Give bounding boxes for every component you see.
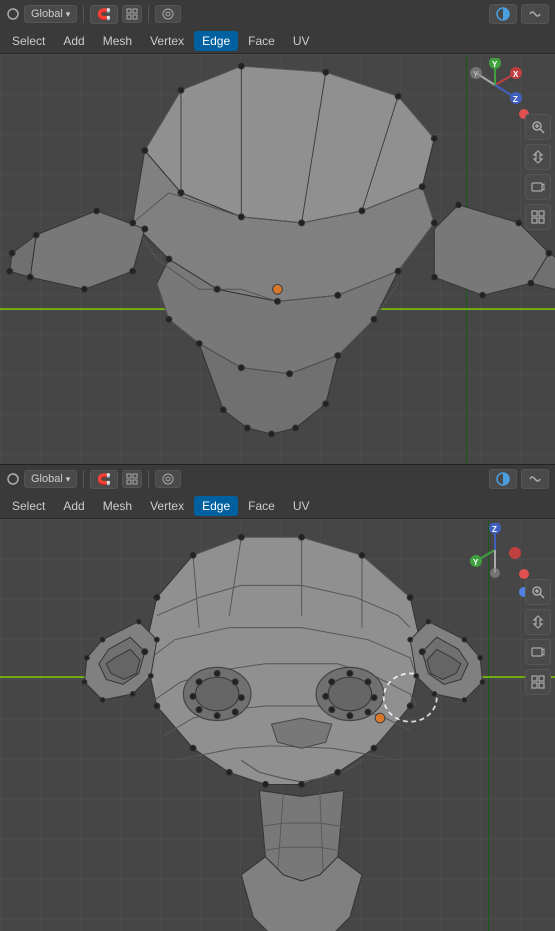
viewport-bottom[interactable]: Global ▾ 🧲 — [0, 465, 555, 931]
orientation-label: Global — [31, 8, 63, 20]
grid-btn-top[interactable] — [525, 204, 551, 230]
proportional-edit-bottom[interactable] — [155, 470, 181, 488]
mesh-bottom — [0, 519, 555, 931]
mesh-top — [0, 54, 555, 464]
divider1 — [83, 5, 84, 23]
overlay-icon — [496, 7, 510, 21]
proportional-icon — [162, 8, 174, 20]
menu-vertex-bottom[interactable]: Vertex — [142, 496, 192, 516]
orientation-widget-bottom[interactable]: Z Y — [468, 523, 523, 578]
grid-icon-top — [531, 210, 545, 224]
grid-icon-bottom — [531, 675, 545, 689]
proportional-edit[interactable] — [155, 5, 181, 23]
snap-toggle[interactable]: 🧲 — [90, 5, 118, 24]
transform-orientation-btn[interactable]: Global ▾ — [24, 5, 77, 23]
shading-icon-bottom — [528, 472, 542, 486]
divider2 — [148, 5, 149, 23]
magnet-icon-bottom: 🧲 — [97, 473, 111, 486]
overlay-toggle-bottom[interactable] — [489, 469, 517, 489]
snap-options-bottom[interactable] — [122, 470, 142, 488]
right-toolbar-top — [525, 114, 551, 230]
proportional-icon-bottom — [162, 473, 174, 485]
zoom-icon-top — [531, 120, 545, 134]
camera-btn-bottom[interactable] — [525, 639, 551, 665]
camera-btn-top[interactable] — [525, 174, 551, 200]
menubar-bottom: Select Add Mesh Vertex Edge Face UV — [0, 493, 555, 519]
menubar-top: Select Add Mesh Vertex Edge Face UV — [0, 28, 555, 54]
svg-text:Y: Y — [473, 558, 479, 567]
snap-options[interactable] — [122, 5, 142, 23]
right-toolbar-bottom — [525, 579, 551, 695]
zoom-btn-bottom[interactable] — [525, 579, 551, 605]
zoom-icon-bottom — [531, 585, 545, 599]
toolbar-top: Global ▾ 🧲 — [0, 0, 555, 28]
menu-edge-bottom[interactable]: Edge — [194, 496, 238, 516]
shading-toggle-bottom[interactable] — [521, 469, 549, 489]
orientation-widget-top[interactable]: X Y Z Y — [468, 58, 523, 113]
orientation-axes-top: X Y Z Y — [468, 58, 523, 113]
menu-add-bottom[interactable]: Add — [55, 496, 92, 516]
chevron-down-icon-bottom: ▾ — [66, 474, 71, 485]
pan-btn-top[interactable] — [525, 144, 551, 170]
mode-dot-red-bottom — [519, 569, 529, 579]
svg-text:Y: Y — [473, 70, 479, 79]
transform-orientation-btn-bottom[interactable]: Global ▾ — [24, 470, 77, 488]
overlay-toggle[interactable] — [489, 4, 517, 24]
mode-icon[interactable] — [6, 7, 20, 21]
chevron-down-icon: ▾ — [66, 9, 71, 20]
divider3 — [83, 470, 84, 488]
menu-select-top[interactable]: Select — [4, 31, 53, 51]
pan-btn-bottom[interactable] — [525, 609, 551, 635]
toolbar-bottom: Global ▾ 🧲 — [0, 465, 555, 493]
pan-icon-top — [531, 150, 545, 164]
menu-uv-bottom[interactable]: UV — [285, 496, 318, 516]
canvas-top[interactable]: X Y Z Y — [0, 54, 555, 464]
grid-btn-bottom[interactable] — [525, 669, 551, 695]
snap-toggle-bottom[interactable]: 🧲 — [90, 470, 118, 489]
menu-vertex-top[interactable]: Vertex — [142, 31, 192, 51]
camera-icon-bottom — [531, 645, 545, 659]
menu-uv-top[interactable]: UV — [285, 31, 318, 51]
magnet-icon: 🧲 — [97, 8, 111, 21]
zoom-btn-top[interactable] — [525, 114, 551, 140]
menu-face-bottom[interactable]: Face — [240, 496, 283, 516]
pan-icon-bottom — [531, 615, 545, 629]
viewport-top[interactable]: Global ▾ 🧲 — [0, 0, 555, 465]
camera-icon-top — [531, 180, 545, 194]
shading-icon — [528, 7, 542, 21]
snap-grid-icon-bottom — [126, 473, 138, 485]
snap-grid-icon — [126, 8, 138, 20]
svg-text:X: X — [513, 70, 519, 79]
menu-mesh-bottom[interactable]: Mesh — [95, 496, 140, 516]
divider4 — [148, 470, 149, 488]
svg-text:Z: Z — [492, 525, 497, 534]
canvas-bottom[interactable]: Z Y — [0, 519, 555, 931]
menu-face-top[interactable]: Face — [240, 31, 283, 51]
orientation-label-bottom: Global — [31, 473, 63, 485]
overlay-icon-bottom — [496, 472, 510, 486]
orientation-axes-bottom: Z Y — [468, 523, 523, 578]
shading-toggle[interactable] — [521, 4, 549, 24]
menu-add-top[interactable]: Add — [55, 31, 92, 51]
mode-icon-bottom[interactable] — [6, 472, 20, 486]
menu-edge-top[interactable]: Edge — [194, 31, 238, 51]
menu-select-bottom[interactable]: Select — [4, 496, 53, 516]
svg-text:Y: Y — [492, 60, 498, 69]
menu-mesh-top[interactable]: Mesh — [95, 31, 140, 51]
svg-text:Z: Z — [513, 95, 518, 104]
